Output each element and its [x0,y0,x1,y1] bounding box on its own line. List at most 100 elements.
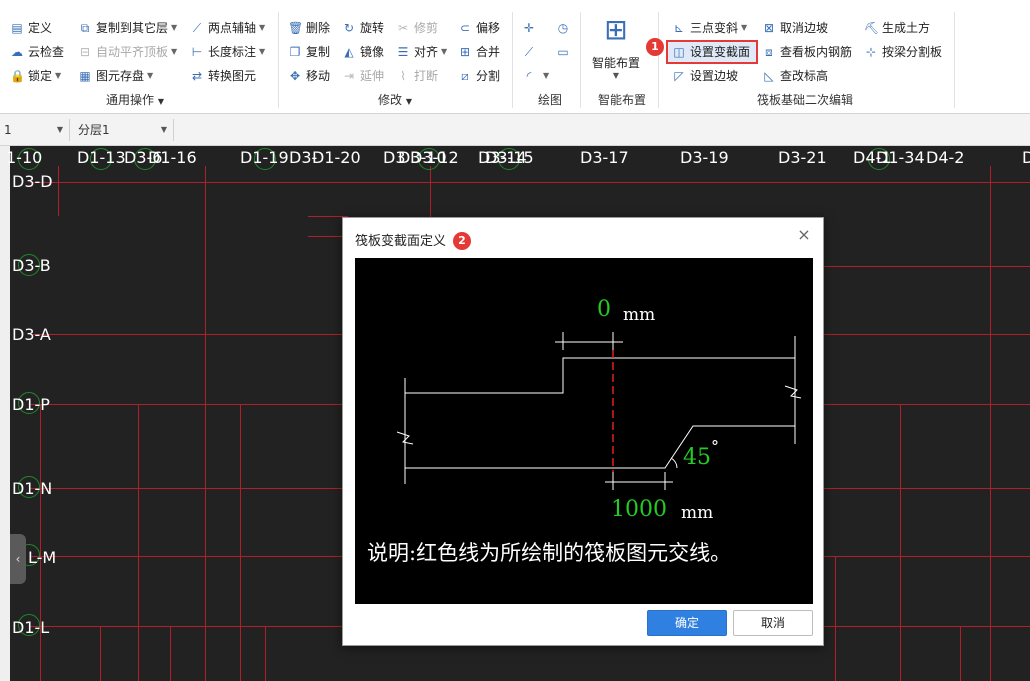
close-icon[interactable]: × [795,226,813,244]
set-section-button[interactable]: ◫ 设置变截面 [672,42,750,62]
bottom-width-value[interactable]: 1000 [611,497,667,522]
step-marker-1: 1 [646,38,664,56]
ok-button[interactable]: 确定 [647,610,727,636]
edge-slope-icon: ◸ [674,69,684,83]
axis-label-top: D [1022,148,1030,167]
mirror-button[interactable]: ◭ 镜像 [342,42,384,62]
break-button[interactable]: ⌇ 打断 [396,66,438,86]
offset-icon: ⊂ [459,21,471,35]
axis-label-top: D3-17 [580,148,629,167]
group-label-general[interactable]: 通用操作 ▼ [90,92,180,108]
convert-icon: ⇄ [191,69,203,83]
length-dim-button[interactable]: ⊢ 长度标注 ▼ [190,42,265,62]
cancel-button[interactable]: 取消 [733,610,813,636]
chevron-down-icon: ▼ [171,23,178,32]
draw-rect-button[interactable]: ▭ [556,42,574,62]
ribbon: ▤ 定义 ☁ 云检查 🔒 锁定 ▼ ⧉ 复制到其它层 ▼ ⊟ 自动平齐顶板 ▼ ▦ 图元存盘 ▼ ⟋… [0,0,1030,114]
rotate-button[interactable]: ↻ 旋转 [342,18,384,38]
group-label-modify[interactable]: 修改 ▼ [360,92,430,108]
merge-button[interactable]: ⊞ 合并 [458,42,500,62]
chevron-down-icon: ▼ [171,47,178,56]
lock-button[interactable]: 🔒 锁定 ▼ [10,66,61,86]
move-button[interactable]: ✥ 移动 [288,66,330,86]
grid-line [138,404,139,681]
move-icon: ✥ [289,69,301,83]
floor-select[interactable]: 1 ▼ [0,119,70,141]
lock-icon: 🔒 [10,69,25,83]
cancel-slope-button[interactable]: ⊠ 取消边坡 [762,18,828,38]
crosshair-icon: ✛ [523,21,535,35]
axis-label-left: D3-A [12,325,51,344]
group-separator [580,12,581,108]
copy-to-layer-button[interactable]: ⧉ 复制到其它层 ▼ [78,18,177,38]
group-label-draw: 绘图 [537,93,562,107]
trim-button[interactable]: ✂ 修剪 [396,18,438,38]
split-icon: ⧄ [461,69,469,83]
two-point-axis-button[interactable]: ⟋ 两点辅轴 ▼ [190,18,265,38]
split-button[interactable]: ⧄ 分割 [458,66,500,86]
smart-layout-button[interactable]: ⊞ 智能布置 ▼ [586,13,646,81]
copy-button[interactable]: ❐ 复制 [288,42,330,62]
cloud-check-icon: ☁ [11,45,23,59]
save-element-button[interactable]: ▦ 图元存盘 ▼ [78,66,153,86]
delete-button[interactable]: 🗑 删除 [288,18,330,38]
chevron-down-icon: ▼ [56,125,63,134]
define-button[interactable]: ▤ 定义 [10,18,52,38]
draw-line-button[interactable]: ⟋ [522,42,540,62]
offset-button[interactable]: ⊂ 偏移 [458,18,500,38]
draw-point-button[interactable]: ✛ [522,18,540,38]
convert-element-button[interactable]: ⇄ 转换图元 [190,66,256,86]
three-point-slope-button[interactable]: ⊾ 三点变斜 ▼ [672,18,747,38]
chevron-down-icon: ▼ [741,23,748,32]
group-label-raft: 筏板基础二次编辑 [756,93,853,107]
trash-icon: 🗑 [288,21,304,35]
layer-select[interactable]: 分层1 ▼ [74,119,174,141]
top-offset-value[interactable]: 0 [597,297,611,322]
chevron-down-icon: ▼ [441,47,448,56]
copy-icon: ❐ [289,45,301,59]
auto-align-top-button[interactable]: ⊟ 自动平齐顶板 ▼ [78,42,177,62]
group-separator [658,12,659,108]
generate-earthwork-button[interactable]: ⛏ 生成土方 [864,18,930,38]
copy-layer-icon: ⧉ [80,21,90,35]
group-separator [954,12,955,108]
cloud-check-button[interactable]: ☁ 云检查 [10,42,64,62]
collapse-panel-button[interactable]: ‹ [10,534,26,584]
chevron-down-icon: ▼ [160,125,167,134]
grid-line [960,626,961,681]
chevron-down-icon: ▼ [259,23,266,32]
step-marker-2: 2 [453,232,471,250]
grid-line [58,166,59,216]
beam-split-icon: ⊹ [865,45,877,59]
view-rebar-button[interactable]: ⧈ 查看板内钢筋 [762,42,852,62]
define-icon: ▤ [11,21,23,35]
cancel-slope-icon: ⊠ [763,21,775,35]
grid-line [265,626,266,681]
bottom-width-unit: mm [681,503,713,523]
break-symbol-right [784,385,802,399]
align-button[interactable]: ☰ 对齐 ▼ [396,42,448,62]
chevron-down-icon: ▼ [612,71,620,80]
chevron-down-icon: ▼ [543,71,550,80]
slope-icon: ⊾ [673,21,685,35]
split-by-beam-button[interactable]: ⊹ 按梁分割板 [864,42,942,62]
extend-button[interactable]: ⇥ 延伸 [342,66,384,86]
draw-arc-button[interactable]: ◜ ▼ [522,66,549,86]
draw-circle-button[interactable]: ◷ [556,18,574,38]
grid-layout-icon: ⊞ [604,13,628,46]
grid-line [990,166,991,681]
angle-value[interactable]: 45 [683,445,711,470]
circle-icon: ◷ [557,21,569,35]
axis-label-top: D1-20 [312,148,361,167]
set-slope-button[interactable]: ◸ 设置边坡 [672,66,738,86]
align-icon: ☰ [397,45,409,59]
change-elevation-button[interactable]: ◺ 查改标高 [762,66,828,86]
grid-line [100,626,101,681]
merge-icon: ⊞ [459,45,471,59]
axis-label-top: D1-16 [148,148,197,167]
break-icon: ⌇ [400,69,406,83]
left-panel-edge [0,146,10,681]
grid-line [30,182,1030,183]
elevation-icon: ◺ [764,69,774,83]
axis-label-left: D1-P [12,395,50,414]
